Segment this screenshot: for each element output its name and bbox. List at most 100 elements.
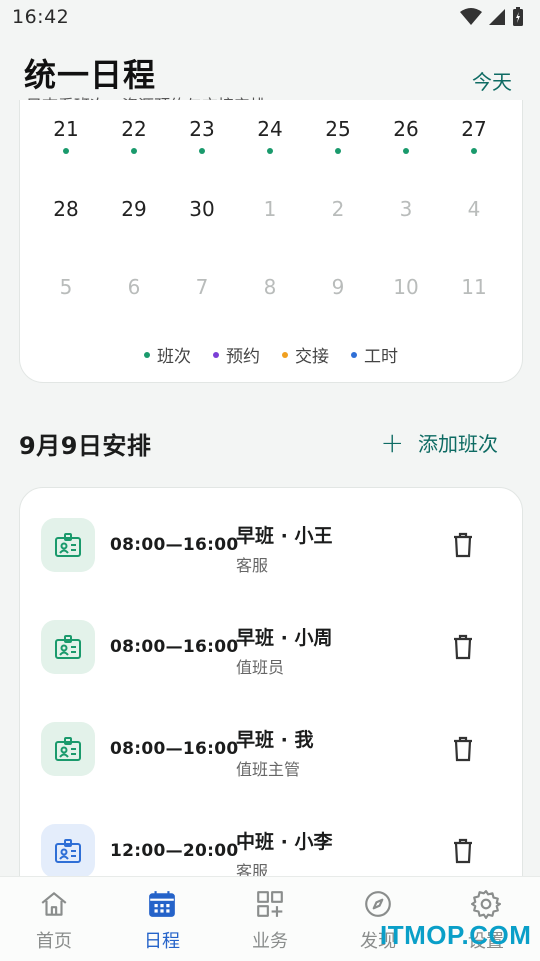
legend-item: 交接 [282,342,329,367]
trash-icon[interactable] [452,736,474,766]
gear-icon [471,890,501,919]
calendar-day-number: 27 [461,117,487,141]
status-time: 16:42 [12,6,70,28]
shift-time: 08:00—16:00 [110,535,239,555]
event-dot [335,148,341,154]
calendar-day-number: 21 [53,117,79,141]
shift-time: 08:00—16:00 [110,739,239,759]
shift-role: 值班主管 [236,760,301,779]
page-title: 统一日程 [24,56,157,94]
calendar-day[interactable]: 24 [236,116,304,154]
shift-name: 中班 · 小李 [236,831,333,853]
calendar-day[interactable]: 23 [168,116,236,154]
calendar-day[interactable]: 1 [236,196,304,222]
legend-item: 工时 [351,342,398,367]
calendar-day-number: 3 [399,197,413,221]
calendar-day-number: 30 [189,197,215,221]
compass-icon [365,891,391,917]
legend-dot [351,351,357,358]
trash-icon[interactable] [452,838,474,868]
legend-label: 班次 [157,347,191,367]
battery-icon [513,7,523,26]
shift-role: 客服 [236,556,269,575]
calendar-week: 28 29 30 1 2 3 4 [20,196,522,236]
calendar-day[interactable]: 6 [100,274,168,300]
legend-label: 交接 [295,347,329,367]
calendar-day[interactable]: 29 [100,196,168,222]
calendar-day-number: 25 [325,117,351,141]
calendar-day[interactable]: 11 [440,274,508,300]
event-dot [199,148,205,154]
calendar-day-number: 6 [127,275,141,299]
shift-row[interactable]: 08:00—16:00 早班 · 小周 值班员 [20,590,522,692]
calendar-day-number: 9 [331,275,345,299]
legend-item: 预约 [213,342,260,367]
signal-icon [489,9,505,25]
calendar-card: 21 22 23 24 25 26 27 28 29 30 1 2 3 4 5 6 7 8 9 10 11 班次 预约 交接… [19,100,523,383]
calendar-icon [149,891,175,917]
calendar-day-number: 5 [59,275,73,299]
home-icon [41,892,67,916]
calendar-day[interactable]: 28 [32,196,100,222]
shift-row[interactable]: 08:00—16:00 早班 · 小王 客服 [20,488,522,590]
calendar-day[interactable]: 3 [372,196,440,222]
calendar-day-number: 29 [121,197,147,221]
badge-icon [41,824,95,878]
event-dot [63,148,69,154]
calendar-day[interactable]: 9 [304,274,372,300]
shift-name: 早班 · 小周 [236,627,333,649]
legend-item: 班次 [144,342,191,367]
event-dot [403,148,409,154]
badge-icon [41,722,95,776]
legend-dot [144,351,150,358]
event-dot [471,148,477,154]
trash-icon[interactable] [452,634,474,664]
shift-name: 早班 · 我 [236,729,314,751]
calendar-day-number: 2 [331,197,345,221]
watermark: ITMOP.COM [380,920,532,950]
calendar-day[interactable]: 21 [32,116,100,154]
calendar-day-number: 11 [461,275,487,299]
calendar-day[interactable]: 22 [100,116,168,154]
wifi-icon [460,8,482,25]
calendar-day[interactable]: 5 [32,274,100,300]
badge-icon [41,518,95,572]
legend-label: 预约 [226,347,260,367]
section-title: 9月9日安排 [19,432,152,460]
nav-label: 首页 [36,931,72,952]
shift-list: 08:00—16:00 早班 · 小王 客服 08:00—16:00 早班 · 小周 值班… [19,487,523,909]
calendar-day[interactable]: 4 [440,196,508,222]
legend-label: 工时 [364,347,398,367]
nav-item-home[interactable]: 首页 [0,889,108,953]
calendar-day-number: 10 [393,275,419,299]
calendar-day[interactable]: 7 [168,274,236,300]
calendar-day-number: 7 [195,275,209,299]
legend-dot [213,351,219,358]
calendar-week: 21 22 23 24 25 26 27 [20,116,522,156]
trash-icon[interactable] [452,532,474,562]
calendar-day-number: 26 [393,117,419,141]
nav-item-calendar[interactable]: 日程 [108,889,216,953]
calendar-day[interactable]: 10 [372,274,440,300]
shift-name: 早班 · 小王 [236,525,333,547]
calendar-day[interactable]: 26 [372,116,440,154]
calendar-day-number: 23 [189,117,215,141]
calendar-day-number: 28 [53,197,79,221]
calendar-legend: 班次 预约 交接 工时 [20,342,522,367]
nav-item-apps-add[interactable]: 业务 [216,889,324,953]
calendar-day-number: 22 [121,117,147,141]
add-shift-label: 添加班次 [418,432,498,456]
calendar-day[interactable]: 25 [304,116,372,154]
calendar-day-number: 4 [467,197,481,221]
calendar-day[interactable]: 2 [304,196,372,222]
calendar-week: 5 6 7 8 9 10 11 [20,274,522,314]
badge-icon [41,620,95,674]
shift-row[interactable]: 08:00—16:00 早班 · 我值班主管 [20,692,522,794]
today-button[interactable]: 今天 [472,66,512,95]
calendar-day[interactable]: 27 [440,116,508,154]
shift-time: 08:00—16:00 [110,637,239,657]
status-bar: 16:42 [0,0,540,36]
calendar-day[interactable]: 30 [168,196,236,222]
add-shift-button[interactable]: + 添加班次 [381,428,498,457]
calendar-day[interactable]: 8 [236,274,304,300]
